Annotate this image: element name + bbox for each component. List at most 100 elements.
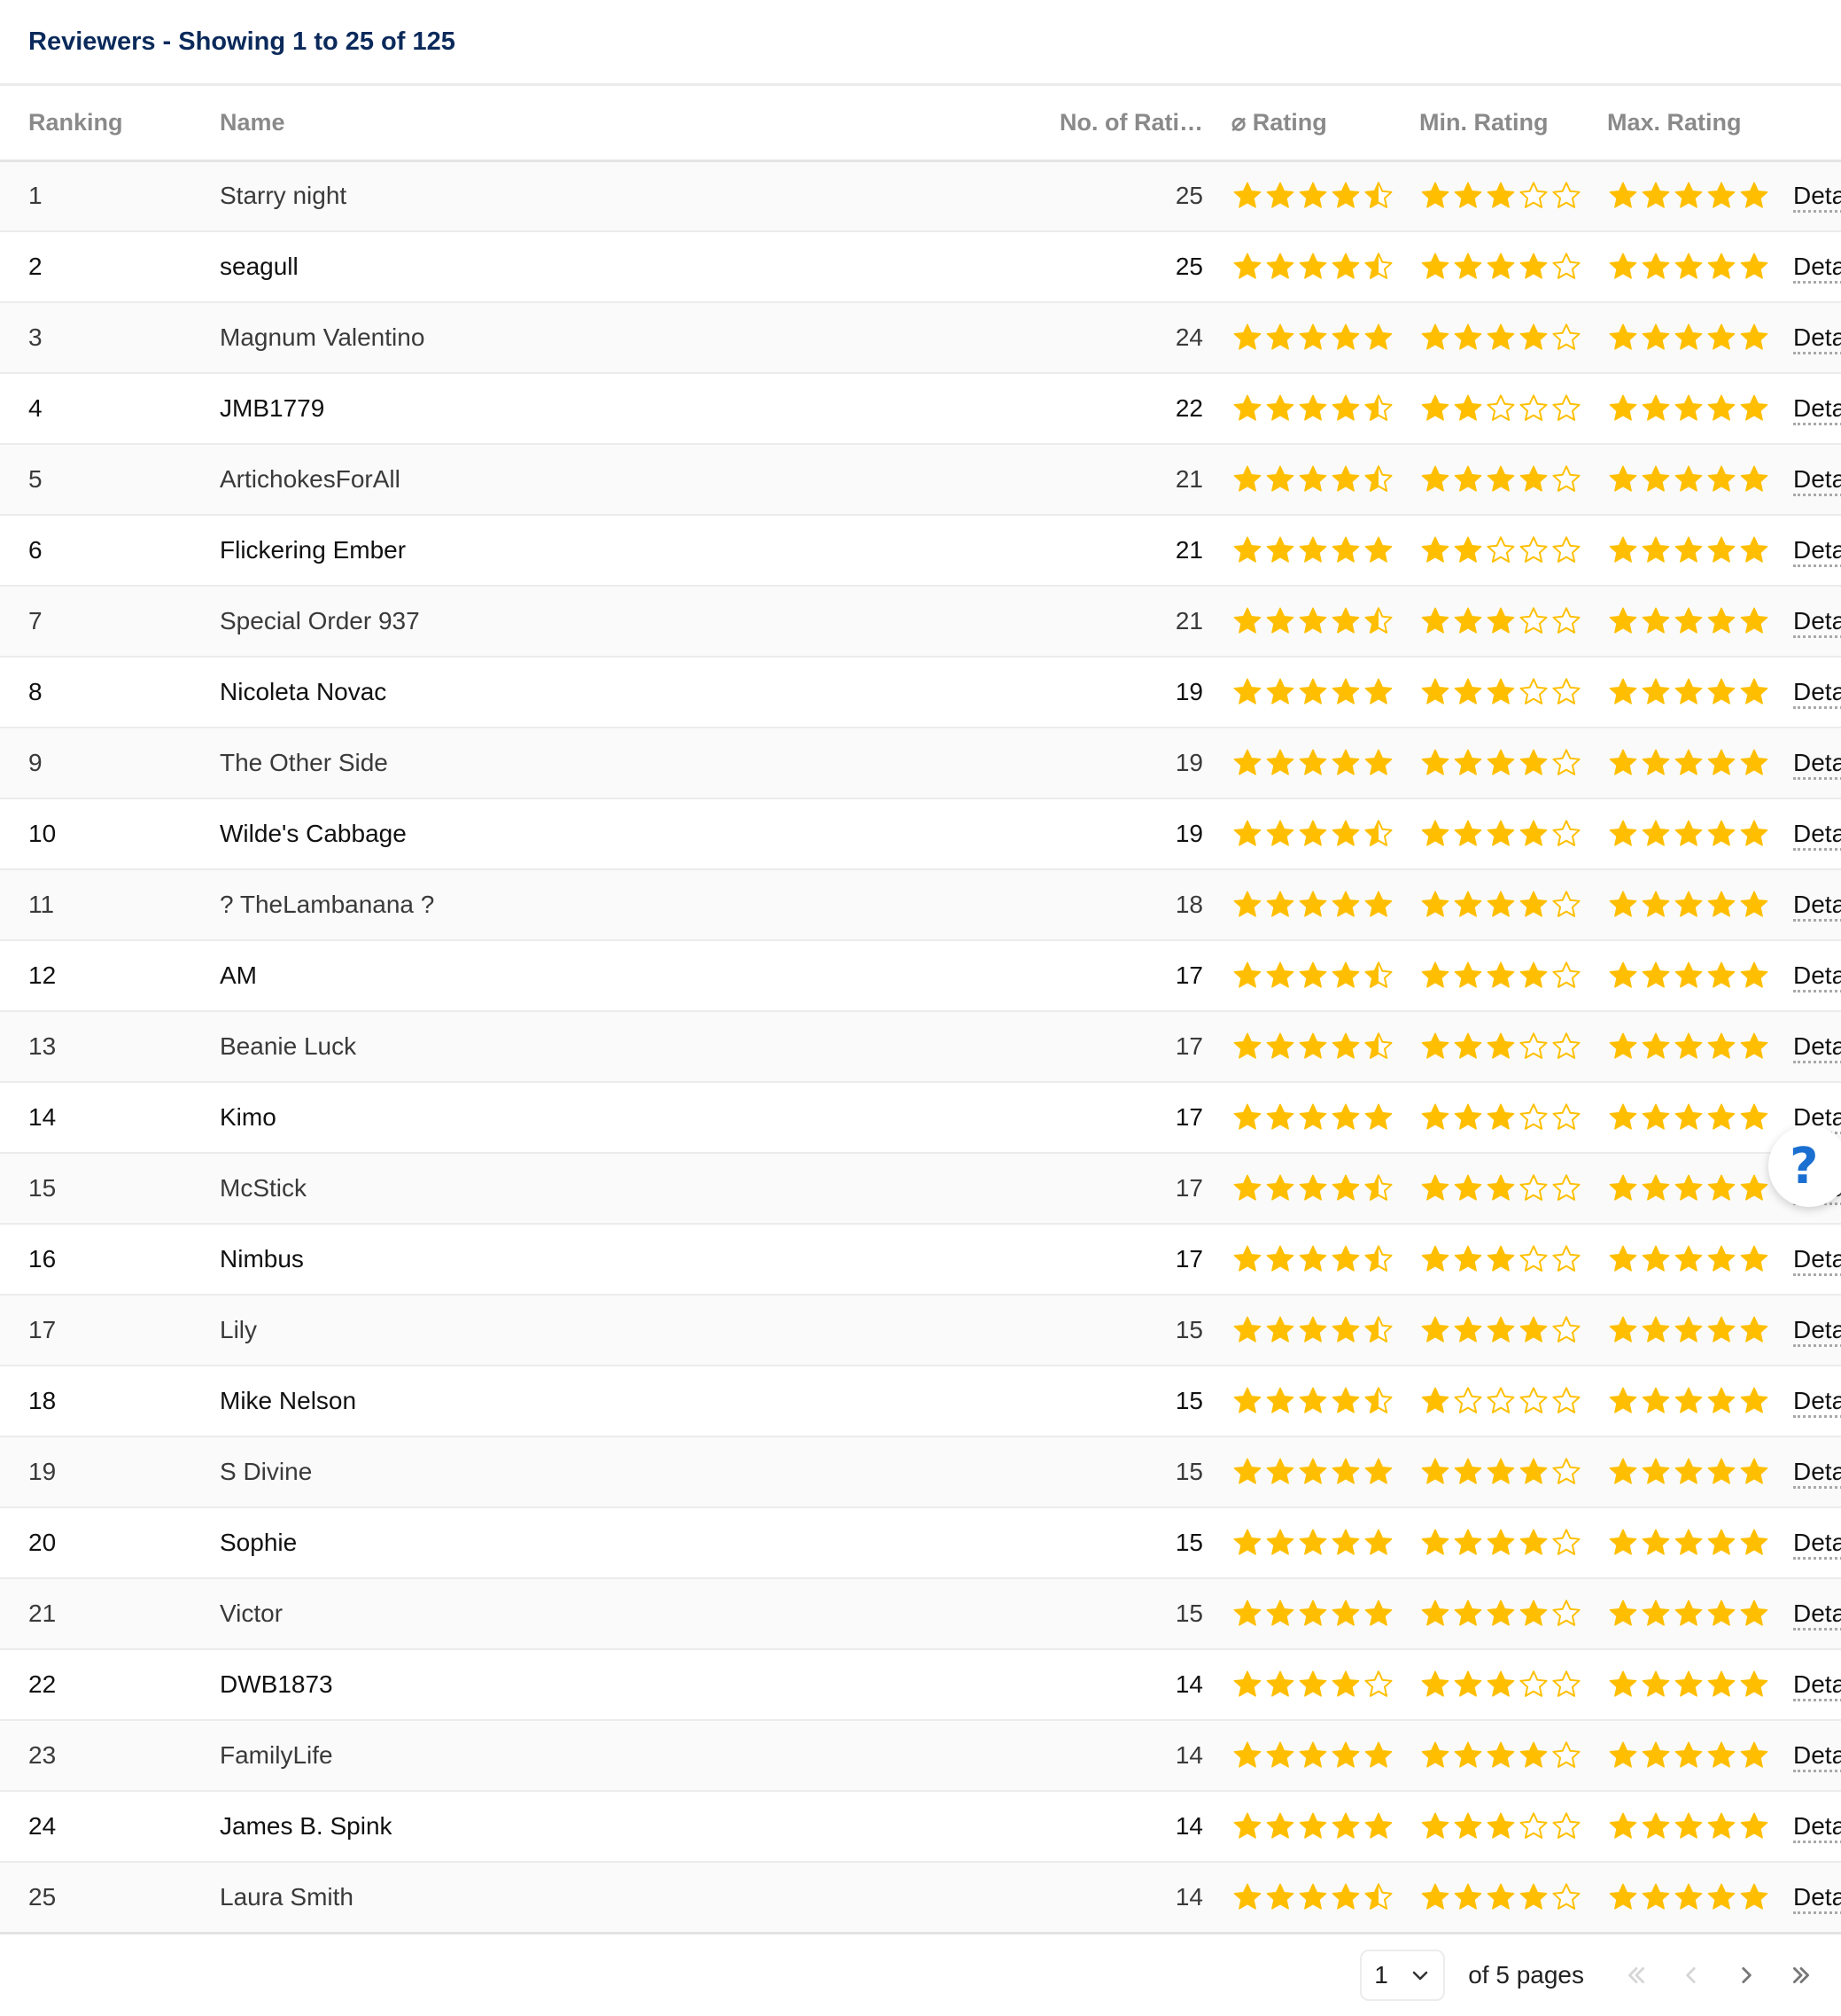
details-link[interactable]: Details (1793, 1245, 1841, 1276)
star-full-icon (1332, 182, 1360, 208)
avg-rating-stars (1231, 1881, 1394, 1913)
min-rating-cell (1419, 940, 1607, 1011)
details-link[interactable]: Details (1793, 678, 1841, 709)
min-rating-stars (1419, 960, 1582, 992)
table-row: 3 Magnum Valentino 24 Details (0, 302, 1841, 373)
details-link[interactable]: Details (1793, 820, 1841, 851)
last-page-button[interactable] (1774, 1950, 1829, 2001)
details-link[interactable]: Details (1793, 1387, 1841, 1418)
details-link[interactable]: Details (1793, 1883, 1841, 1914)
star-empty-icon (1552, 465, 1581, 492)
details-link[interactable]: Details (1793, 323, 1841, 354)
min-rating-cell (1419, 728, 1607, 798)
star-full-icon (1519, 891, 1548, 917)
star-full-icon (1454, 1458, 1482, 1484)
star-full-icon (1740, 323, 1768, 350)
rating-count-cell: 18 (1175, 891, 1203, 918)
first-page-button[interactable] (1609, 1950, 1664, 2001)
star-full-icon (1642, 607, 1670, 634)
column-header-min-rating[interactable]: Min. Rating (1419, 86, 1607, 160)
rating-count-cell: 19 (1175, 820, 1203, 847)
min-rating-cell (1419, 798, 1607, 869)
star-empty-icon (1364, 1670, 1393, 1697)
page-select[interactable]: 1 (1360, 1950, 1446, 2001)
star-full-icon (1674, 1316, 1703, 1343)
details-link[interactable]: Details (1793, 1316, 1841, 1347)
star-empty-icon (1487, 536, 1515, 563)
details-link[interactable]: Details (1793, 961, 1841, 992)
details-link[interactable]: Details (1793, 1529, 1841, 1560)
next-page-button[interactable] (1719, 1950, 1774, 2001)
rating-count-cell: 25 (1175, 253, 1203, 280)
details-link[interactable]: Details (1793, 536, 1841, 567)
details-link[interactable]: Details (1793, 891, 1841, 922)
column-header-count[interactable]: No. of Rati… (999, 86, 1231, 160)
help-button[interactable]: ? (1768, 1125, 1841, 1207)
avg-rating-cell (1231, 1578, 1419, 1649)
star-full-icon (1642, 749, 1670, 775)
ranking-cell: 14 (28, 1103, 57, 1131)
rating-count-cell: 14 (1175, 1812, 1203, 1840)
star-full-icon (1609, 891, 1637, 917)
details-link[interactable]: Details (1793, 1458, 1841, 1489)
details-link[interactable]: Details (1793, 1600, 1841, 1631)
table-row: 13 Beanie Luck 17 Details (0, 1011, 1841, 1082)
min-rating-cell (1419, 1366, 1607, 1436)
details-link[interactable]: Details (1793, 607, 1841, 638)
min-rating-cell (1419, 586, 1607, 657)
star-full-icon (1487, 1316, 1515, 1343)
details-link[interactable]: Details (1793, 1032, 1841, 1063)
star-full-icon (1266, 1174, 1294, 1201)
previous-page-button[interactable] (1664, 1950, 1719, 2001)
avg-rating-stars (1231, 676, 1394, 708)
ranking-cell: 19 (28, 1458, 57, 1485)
column-header-name[interactable]: Name (220, 86, 999, 160)
star-full-icon (1454, 182, 1482, 208)
avg-rating-stars (1231, 1172, 1394, 1204)
star-half-icon (1364, 961, 1393, 988)
details-link[interactable]: Details (1793, 1670, 1841, 1701)
star-full-icon (1740, 1812, 1768, 1839)
reviewers-table: Ranking Name No. of Rati… ⌀ Rating Min. … (0, 86, 1841, 1934)
star-full-icon (1421, 891, 1449, 917)
rating-count-cell: 15 (1175, 1387, 1203, 1414)
star-empty-icon (1487, 1387, 1515, 1413)
question-mark-icon: ? (1790, 1137, 1819, 1195)
details-link[interactable]: Details (1793, 1812, 1841, 1843)
min-rating-cell (1419, 1082, 1607, 1153)
ranking-cell: 3 (28, 323, 43, 351)
details-link[interactable]: Details (1793, 182, 1841, 214)
reviewer-name-cell: DWB1873 (220, 1670, 333, 1698)
ranking-cell: 7 (28, 607, 43, 634)
star-full-icon (1642, 465, 1670, 492)
page-count-label: of 5 pages (1468, 1961, 1584, 1989)
avg-rating-cell (1231, 373, 1419, 444)
max-rating-stars (1607, 1314, 1770, 1346)
last-page-icon (1793, 1967, 1809, 1983)
column-header-avg-rating[interactable]: ⌀ Rating (1231, 86, 1419, 160)
details-link[interactable]: Details (1793, 253, 1841, 284)
max-rating-stars (1607, 747, 1770, 779)
max-rating-cell (1607, 1791, 1793, 1862)
min-rating-cell (1419, 1224, 1607, 1295)
star-full-icon (1332, 1387, 1360, 1413)
reviewer-name-cell: Mike Nelson (220, 1387, 357, 1414)
details-link[interactable]: Details (1793, 394, 1841, 425)
rating-count-cell: 15 (1175, 1316, 1203, 1343)
details-link[interactable]: Details (1793, 465, 1841, 496)
star-half-icon (1364, 1032, 1393, 1059)
details-link[interactable]: Details (1793, 1741, 1841, 1772)
column-header-ranking[interactable]: Ranking (0, 86, 220, 160)
star-empty-icon (1519, 394, 1548, 421)
star-full-icon (1421, 1245, 1449, 1272)
reviewer-name-cell: Nicoleta Novac (220, 678, 387, 705)
star-full-icon (1233, 465, 1262, 492)
max-rating-cell (1607, 1366, 1793, 1436)
star-full-icon (1519, 1316, 1548, 1343)
star-full-icon (1609, 1600, 1637, 1626)
star-full-icon (1332, 678, 1360, 704)
column-header-max-rating[interactable]: Max. Rating (1607, 86, 1793, 160)
details-link[interactable]: Details (1793, 749, 1841, 780)
star-full-icon (1674, 961, 1703, 988)
reviewer-name-cell: JMB1779 (220, 394, 325, 422)
